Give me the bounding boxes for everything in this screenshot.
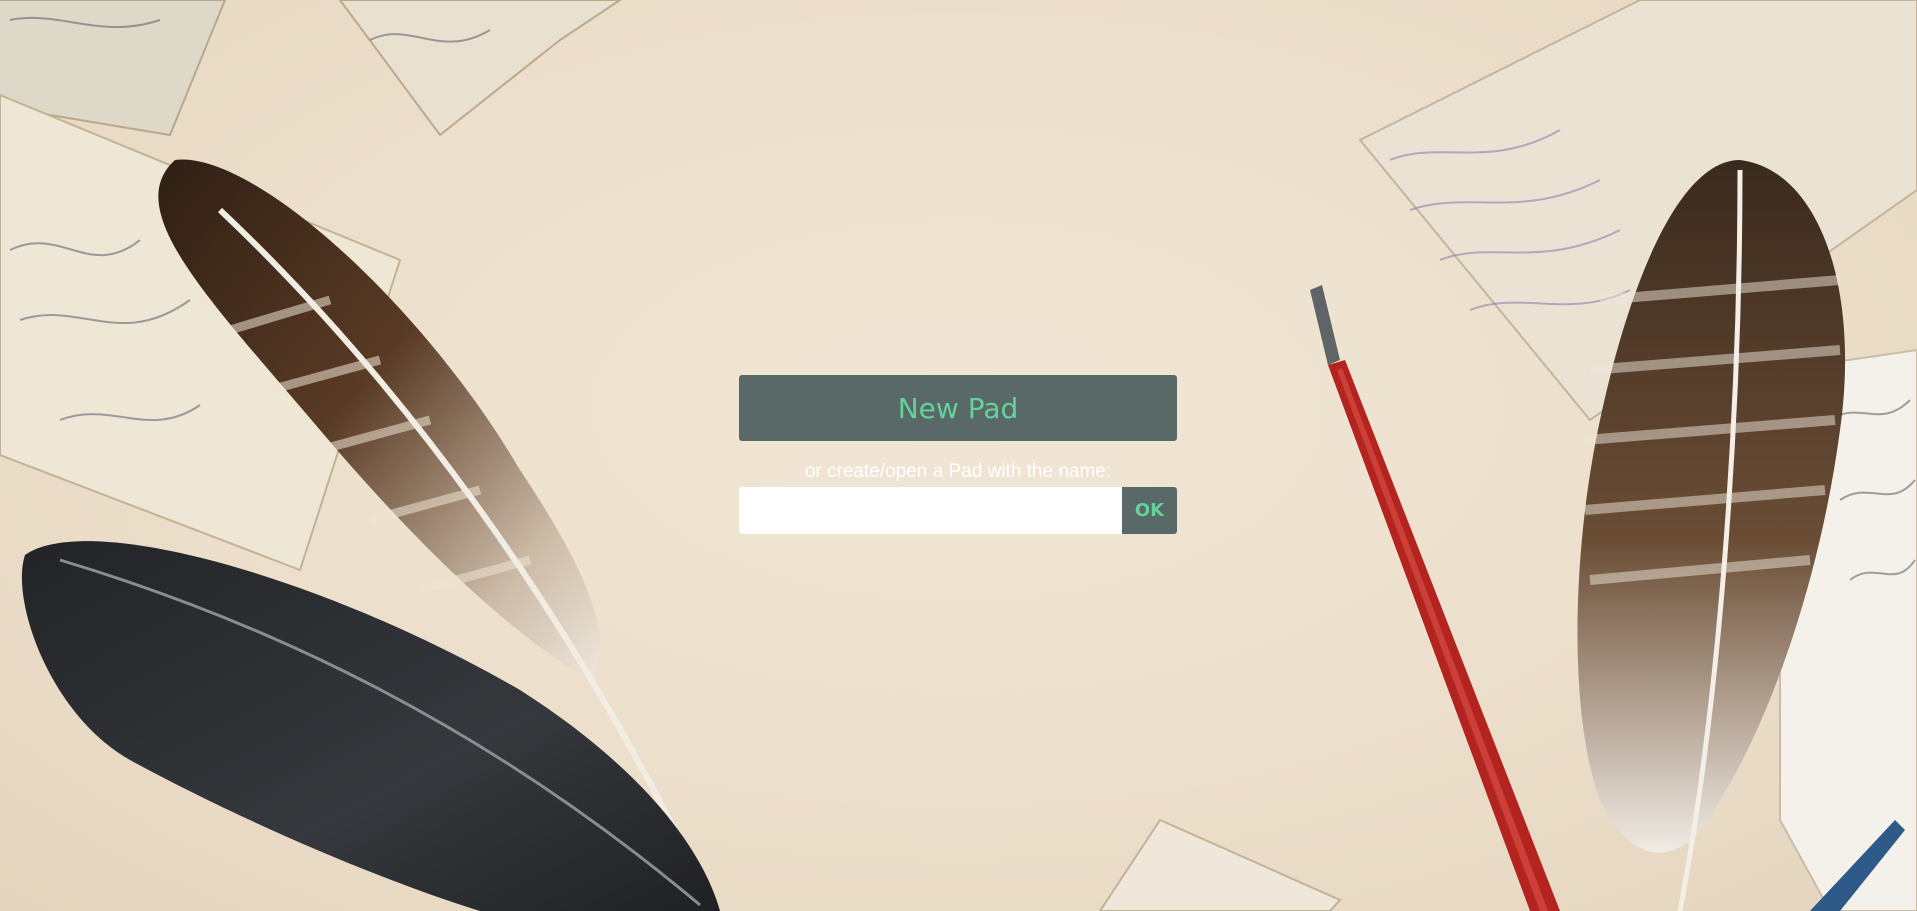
pad-name-form: OK xyxy=(739,487,1177,534)
create-open-label: or create/open a Pad with the name: xyxy=(804,461,1112,482)
pad-launcher: New Pad or create/open a Pad with the na… xyxy=(739,375,1177,534)
dip-pen-image xyxy=(1310,285,1560,911)
ok-button[interactable]: OK xyxy=(1122,487,1177,534)
pad-name-input[interactable] xyxy=(739,487,1122,534)
new-pad-button[interactable]: New Pad xyxy=(739,375,1177,441)
